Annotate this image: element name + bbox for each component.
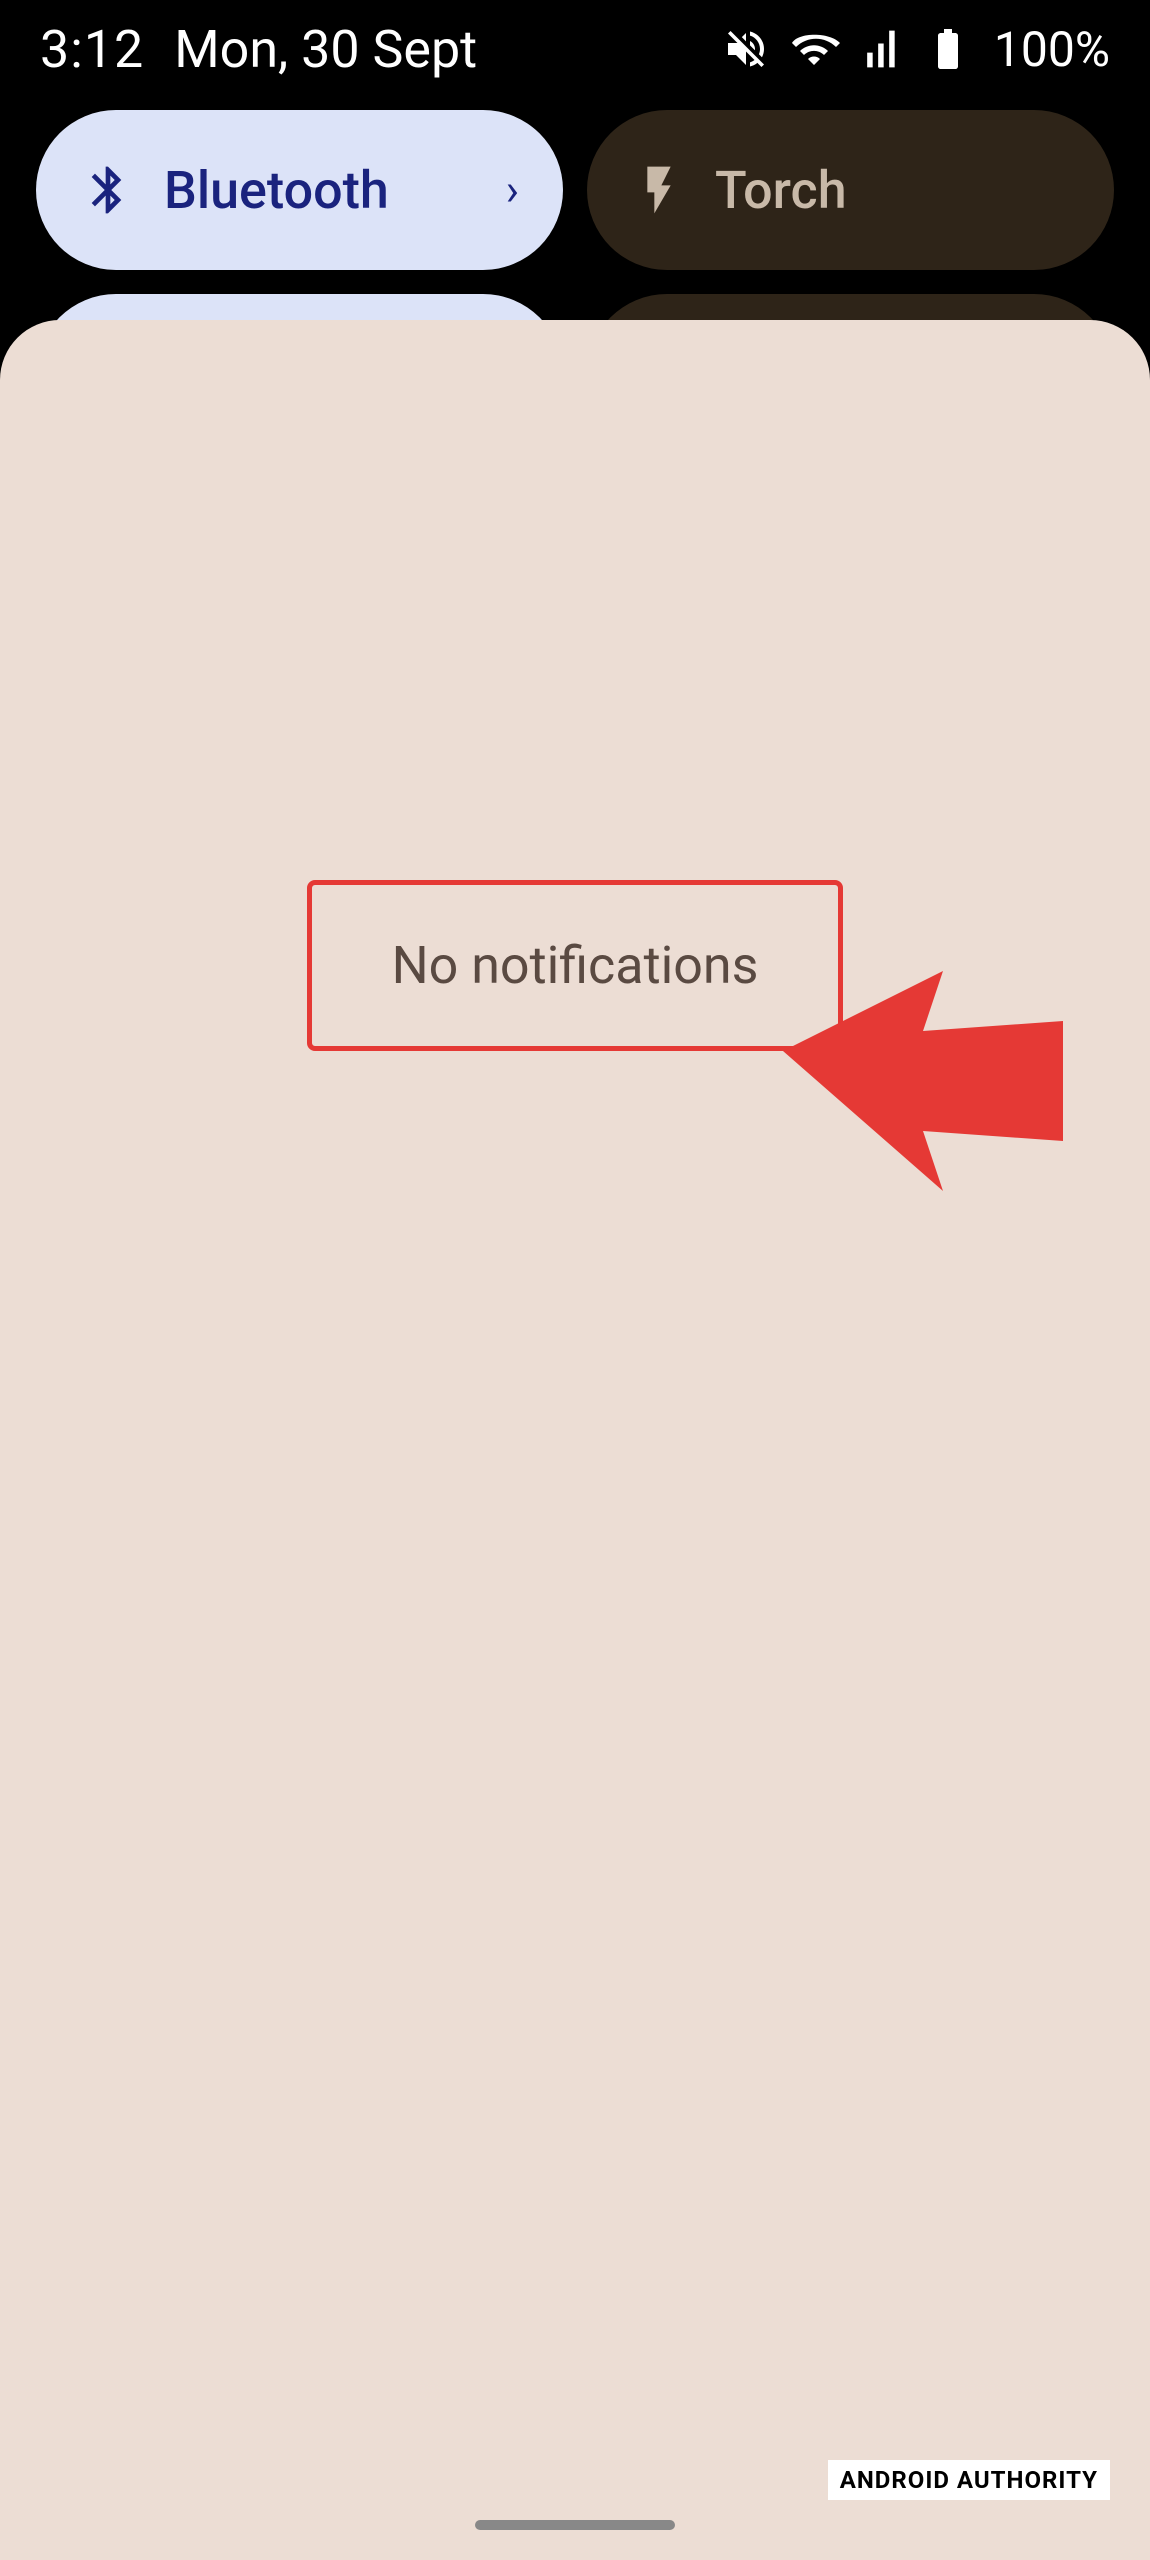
status-date: Mon, 30 Sept	[174, 19, 477, 80]
bluetooth-icon	[80, 162, 136, 218]
watermark: ANDROID AUTHORITY	[828, 2460, 1110, 2500]
battery-percentage: 100%	[994, 21, 1110, 78]
status-icons: 100%	[722, 21, 1110, 78]
home-indicator	[475, 2520, 675, 2530]
torch-tile[interactable]: Torch	[587, 110, 1114, 270]
torch-label: Torch	[715, 160, 1070, 221]
bluetooth-label: Bluetooth	[164, 160, 506, 221]
status-bar: 3:12 Mon, 30 Sept 100%	[0, 0, 1150, 90]
red-arrow	[783, 971, 1063, 1191]
status-time: 3:12	[40, 19, 144, 80]
battery-icon	[920, 25, 976, 73]
no-notifications-text: No notifications	[392, 935, 759, 996]
mute-icon	[722, 25, 770, 73]
bluetooth-chevron: ›	[506, 164, 519, 216]
no-notifications-container: No notifications	[307, 880, 844, 1051]
bluetooth-tile[interactable]: Bluetooth ›	[36, 110, 563, 270]
signal-icon	[858, 25, 902, 73]
wifi-icon	[788, 25, 840, 73]
notification-area: No notifications	[0, 320, 1150, 2560]
status-left: 3:12 Mon, 30 Sept	[40, 19, 477, 80]
torch-icon	[631, 162, 687, 218]
no-notifications-box: No notifications	[307, 880, 844, 1051]
